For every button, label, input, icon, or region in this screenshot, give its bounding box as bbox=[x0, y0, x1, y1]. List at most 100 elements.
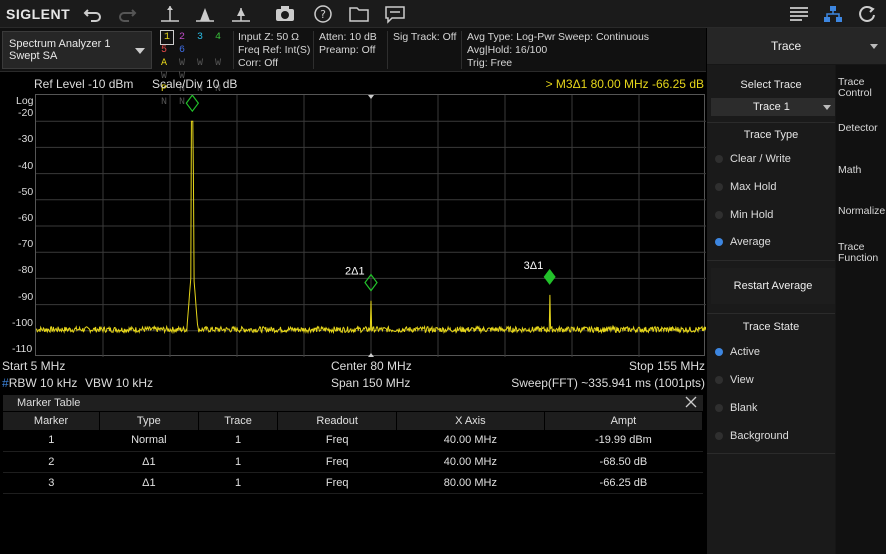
folder-icon[interactable] bbox=[348, 4, 370, 24]
svg-text:?: ? bbox=[320, 8, 326, 21]
trace-canvas: 1 2Δ1 3Δ1 bbox=[36, 95, 706, 357]
select-trace-dropdown[interactable]: Trace 1 bbox=[711, 98, 835, 116]
span-readout[interactable]: Span 150 MHz bbox=[331, 376, 410, 390]
center-top-indicator bbox=[368, 95, 374, 99]
table-row[interactable]: 2 Δ1 1 Freq 40.00 MHz -68.50 dB bbox=[3, 451, 703, 473]
toolbar: SIGLENT ? bbox=[0, 0, 886, 28]
menu-icon[interactable] bbox=[788, 4, 810, 24]
ref-level[interactable]: Ref Level -10 dBm bbox=[34, 77, 133, 91]
tab-detector[interactable]: Detector bbox=[838, 123, 886, 134]
table-header-row: Marker Type Trace Readout X Axis Ampt bbox=[3, 412, 704, 430]
trace-type-clear-write[interactable]: Clear / Write bbox=[715, 151, 791, 167]
chevron-down-icon bbox=[135, 48, 145, 54]
tab-normalize[interactable]: Normalize bbox=[838, 206, 886, 217]
trace-state-view[interactable]: View bbox=[715, 372, 754, 388]
column-header[interactable]: Type bbox=[99, 412, 199, 430]
table-cell: Freq bbox=[277, 472, 397, 494]
trace-state-active[interactable]: Active bbox=[715, 344, 760, 360]
stop-frequency[interactable]: Stop 155 MHz bbox=[629, 359, 705, 373]
divider bbox=[313, 31, 314, 69]
trace-type-min-hold[interactable]: Min Hold bbox=[715, 207, 773, 223]
column-header[interactable]: X Axis bbox=[396, 412, 545, 430]
marker-2-label: 2Δ1 bbox=[345, 266, 365, 278]
table-cell: Freq bbox=[277, 430, 397, 452]
chevron-down-icon bbox=[870, 44, 878, 49]
divider bbox=[707, 313, 835, 314]
close-icon[interactable] bbox=[685, 396, 697, 408]
trace-type-max-hold[interactable]: Max Hold bbox=[715, 179, 776, 195]
mode-selector[interactable]: Spectrum Analyzer 1 Swept SA bbox=[2, 31, 152, 69]
tab-trace-function[interactable]: Trace Function bbox=[838, 242, 882, 264]
table-row[interactable]: 3 Δ1 1 Freq 80.00 MHz -66.25 dB bbox=[3, 472, 703, 494]
table-cell: -19.99 dBm bbox=[544, 430, 703, 452]
table-cell: 1 bbox=[198, 451, 278, 473]
column-header[interactable]: Readout bbox=[277, 412, 397, 430]
column-header[interactable]: Ampt bbox=[544, 412, 704, 430]
average-status[interactable]: Avg Type: Log-Pwr Avg|Hold: 16/100 Trig:… bbox=[467, 31, 555, 70]
divider bbox=[387, 31, 388, 69]
table-cell: Freq bbox=[277, 451, 397, 473]
trace-menu: Select Trace Trace 1 Trace Type Clear / … bbox=[707, 65, 835, 554]
marker-peak-icon[interactable] bbox=[159, 4, 181, 24]
amplitude-status[interactable]: Atten: 10 dB Preamp: Off bbox=[319, 31, 377, 57]
trace-type-average[interactable]: Average bbox=[715, 234, 771, 250]
column-header[interactable]: Marker bbox=[3, 412, 101, 430]
marker-next-icon[interactable] bbox=[194, 4, 216, 24]
rbw-readout[interactable]: #RBW 10 kHz bbox=[2, 376, 77, 390]
plot-header: Ref Level -10 dBm Scale/Div 10 dB > M3Δ1… bbox=[0, 76, 706, 92]
panel-title-menu[interactable]: Trace bbox=[707, 28, 886, 64]
vbw-readout[interactable]: VBW 10 kHz bbox=[85, 376, 153, 390]
radio-icon bbox=[715, 404, 723, 412]
input-status[interactable]: Input Z: 50 Ω Freq Ref: Int(S) Corr: Off bbox=[238, 31, 310, 70]
sweep-status[interactable]: Sweep: Continuous bbox=[558, 31, 649, 44]
option-label: Average bbox=[730, 236, 771, 248]
redo-icon[interactable] bbox=[116, 4, 138, 24]
message-icon[interactable] bbox=[384, 4, 406, 24]
table-row[interactable]: 1 Normal 1 Freq 40.00 MHz -19.99 dBm bbox=[3, 430, 703, 452]
spectrum-plot[interactable]: 1 2Δ1 3Δ1 bbox=[35, 94, 706, 357]
trace-state-background[interactable]: Background bbox=[715, 428, 789, 444]
status-bar: Spectrum Analyzer 1 Swept SA 1 2 3 4 5 6… bbox=[0, 28, 706, 108]
signal-track-status[interactable]: Sig Track: Off bbox=[393, 31, 456, 44]
y-tick-label: -60 bbox=[18, 212, 34, 224]
avg-type-value: Avg Type: Log-Pwr bbox=[467, 31, 556, 43]
camera-icon[interactable] bbox=[274, 4, 296, 24]
center-bottom-indicator bbox=[368, 353, 374, 357]
restart-icon[interactable] bbox=[856, 4, 878, 24]
divider bbox=[707, 453, 835, 454]
marker-1-label: 1 bbox=[198, 95, 204, 98]
network-icon[interactable] bbox=[822, 4, 844, 24]
option-label: Background bbox=[730, 430, 789, 442]
marker-1-diamond[interactable] bbox=[185, 95, 200, 113]
help-icon[interactable]: ? bbox=[312, 4, 334, 24]
restart-average-button[interactable]: Restart Average bbox=[711, 268, 835, 304]
marker-readout: > M3Δ1 80.00 MHz -66.25 dB bbox=[545, 77, 704, 91]
freq-reference: Freq Ref: Int(S) bbox=[238, 44, 311, 56]
marker-table-title: Marker Table bbox=[17, 397, 81, 409]
divider bbox=[707, 122, 835, 123]
start-frequency[interactable]: Start 5 MHz bbox=[2, 359, 65, 373]
panel-tabs: Trace Control Detector Math Normalize Tr… bbox=[836, 65, 886, 554]
sweep-time-readout[interactable]: Sweep(FFT) ~335.941 ms (1001pts) bbox=[511, 376, 705, 390]
trace-3-number: 3 bbox=[197, 32, 204, 43]
marker-table-grid: Marker Type Trace Readout X Axis Ampt 1 … bbox=[3, 412, 704, 494]
marker-delta-icon[interactable] bbox=[230, 4, 252, 24]
center-frequency[interactable]: Center 80 MHz bbox=[331, 359, 412, 373]
table-cell: 80.00 MHz bbox=[396, 472, 545, 494]
table-cell: Δ1 bbox=[99, 451, 199, 473]
divider bbox=[707, 260, 835, 261]
table-cell: 3 bbox=[3, 472, 100, 494]
scale-div[interactable]: Scale/Div 10 dB bbox=[152, 77, 237, 91]
column-header[interactable]: Trace bbox=[198, 412, 279, 430]
preamp-status: Preamp: Off bbox=[319, 44, 376, 56]
table-cell: -66.25 dB bbox=[544, 472, 703, 494]
marker-3-diamond[interactable] bbox=[543, 268, 556, 285]
table-cell: 40.00 MHz bbox=[396, 451, 545, 473]
trace-state-blank[interactable]: Blank bbox=[715, 400, 758, 416]
tab-math[interactable]: Math bbox=[838, 165, 886, 176]
undo-icon[interactable] bbox=[82, 4, 104, 24]
correction-status: Corr: Off bbox=[238, 57, 279, 69]
trace-4-number: 4 bbox=[215, 32, 222, 43]
panel-title: Trace bbox=[771, 39, 802, 53]
tab-trace-control[interactable]: Trace Control bbox=[838, 77, 880, 99]
